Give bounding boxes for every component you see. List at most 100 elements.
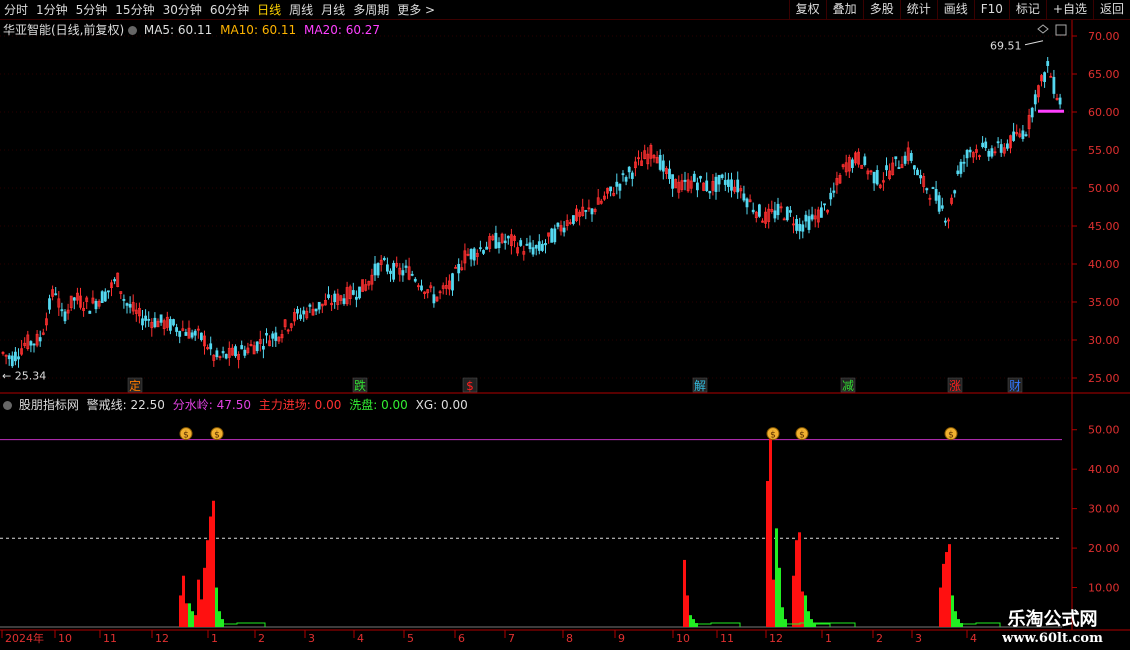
wash-line [696, 622, 741, 627]
price-tick-label: 70.00 [1088, 30, 1120, 43]
ind-tick-label: 40.00 [1088, 463, 1120, 476]
period-tab-0[interactable]: 分时 [4, 1, 28, 18]
wash-bar [775, 528, 778, 627]
candle-body [410, 273, 414, 276]
action-button-2[interactable]: 多股 [862, 0, 900, 19]
price-tick-label: 60.00 [1088, 106, 1120, 119]
date-label: 2024年 [5, 631, 44, 645]
wash-bar [689, 615, 692, 627]
wash-bar [218, 611, 221, 627]
date-label: 2 [258, 632, 265, 645]
date-label: 1 [825, 632, 832, 645]
action-button-8[interactable]: 返回 [1092, 0, 1130, 19]
candle-body [720, 174, 724, 178]
candle-body [962, 161, 966, 164]
candle-body [432, 294, 436, 304]
main-force-bar [185, 603, 188, 627]
candle-body [981, 142, 984, 148]
action-button-3[interactable]: 统计 [899, 0, 937, 19]
candle-body [469, 249, 473, 260]
candle-body [708, 190, 712, 194]
action-button-0[interactable]: 复权 [788, 0, 826, 19]
action-button-5[interactable]: F10 [973, 0, 1009, 19]
main-force-bar [194, 615, 197, 627]
period-tab-1[interactable]: 1分钟 [36, 1, 68, 18]
candle-body [519, 240, 523, 246]
candle-body [168, 319, 172, 331]
action-button-4[interactable]: 画线 [936, 0, 974, 19]
candle-body [94, 300, 98, 310]
candle-body [956, 170, 960, 175]
candle-body [302, 310, 306, 315]
ind-tick-label: 50.00 [1088, 424, 1120, 437]
candle-body [1033, 94, 1037, 105]
candle-body [451, 273, 454, 291]
candle-body [804, 214, 808, 222]
candle-body [990, 148, 994, 157]
main-force-bar [792, 575, 795, 627]
money-bag-symbol: $ [770, 431, 776, 441]
price-tick-label: 35.00 [1088, 296, 1120, 309]
candle-body [342, 298, 346, 304]
candle-body [373, 263, 377, 276]
wash-bar [784, 619, 787, 627]
candle-body [1021, 130, 1025, 139]
candle-body [420, 285, 423, 291]
action-button-1[interactable]: 叠加 [825, 0, 863, 19]
action-button-6[interactable]: 标记 [1008, 0, 1046, 19]
candle-body [1043, 72, 1046, 82]
candle-body [63, 311, 67, 322]
candle-body [531, 247, 535, 255]
candle-body [209, 343, 213, 350]
candle-body [624, 177, 628, 182]
candle-body [144, 315, 148, 321]
candle-body [544, 243, 547, 246]
period-tab-6[interactable]: 日线 [257, 1, 281, 18]
period-tab-8[interactable]: 月线 [321, 1, 345, 18]
price-tick-label: 50.00 [1088, 182, 1120, 195]
event-label-2: $ [466, 379, 474, 393]
action-button-7[interactable]: +自选 [1045, 0, 1093, 19]
candle-body [485, 246, 489, 250]
period-tab-4[interactable]: 30分钟 [163, 1, 202, 18]
date-label: 12 [155, 632, 169, 645]
date-label: 8 [566, 632, 573, 645]
period-tab-10[interactable]: 更多 > [397, 1, 435, 18]
candle-body [503, 240, 507, 244]
candle-body [668, 168, 671, 179]
candle-body [175, 327, 179, 332]
candle-body [940, 205, 944, 209]
candle-body [1052, 76, 1056, 94]
candle-body [32, 343, 36, 346]
candle-body [776, 203, 780, 216]
period-tab-5[interactable]: 60分钟 [210, 1, 249, 18]
main-force-bar [203, 567, 206, 627]
candle-body [128, 304, 132, 308]
candle-body [525, 243, 529, 246]
period-tab-9[interactable]: 多周期 [353, 1, 389, 18]
date-label: 9 [618, 632, 625, 645]
event-label-4: 减 [842, 379, 854, 393]
candle-body [745, 198, 749, 208]
period-toolbar: 分时 1分钟 5分钟 15分钟 30分钟 60分钟 日线 周线 月线 多周期 更多 > 复权 叠加 多股… [0, 0, 1130, 20]
candle-body [903, 155, 907, 164]
candle-body [1046, 61, 1050, 66]
candle-body [795, 218, 798, 231]
kline-chart[interactable]: 70.00 65.00 60.00 55.00 50.00 45.00 40.00 35.00… [0, 20, 1130, 650]
candle-body [13, 351, 17, 362]
period-tab-2[interactable]: 5分钟 [76, 1, 108, 18]
event-label-6: 财 [1009, 379, 1021, 393]
candle-body [497, 242, 501, 249]
period-tab-3[interactable]: 15分钟 [115, 1, 154, 18]
candle-body [572, 215, 575, 224]
high-arrow [1024, 40, 1044, 46]
candle-body [897, 167, 901, 169]
period-tab-7[interactable]: 周线 [289, 1, 313, 18]
wash-bar [804, 595, 807, 627]
candle-body [714, 176, 718, 192]
candle-body [1012, 131, 1015, 141]
date-label: 6 [458, 632, 465, 645]
candle-body [243, 349, 247, 356]
candle-body [317, 301, 321, 310]
candle-body [820, 207, 823, 218]
